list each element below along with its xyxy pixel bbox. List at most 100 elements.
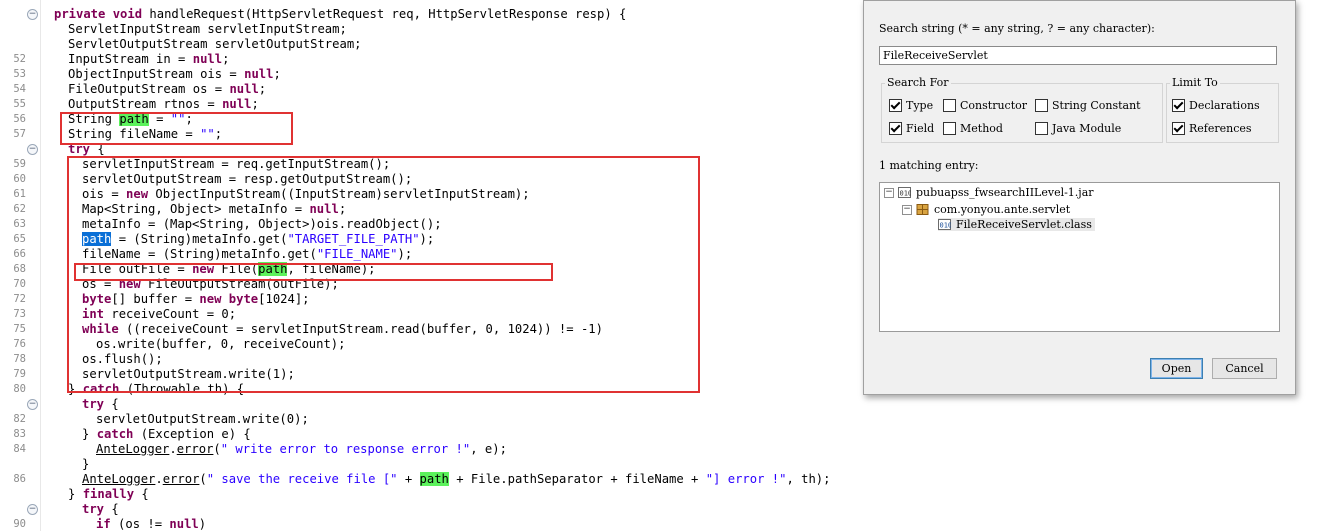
checkbox-label: Declarations (1189, 99, 1260, 112)
open-button[interactable]: Open (1150, 358, 1203, 379)
checkbox-label: Type (906, 99, 934, 112)
code-line: ServletOutputStream servletOutputStream; (68, 37, 362, 51)
checkbox-constructor[interactable]: Constructor (943, 99, 1027, 112)
line-number (0, 37, 26, 52)
fold-toggle-icon[interactable]: − (27, 504, 38, 515)
tree-item-jar[interactable]: − 010 pubuapss_fwsearchIILevel-1.jar (884, 186, 1094, 199)
line-number-gutter: −52 53 54 55 56 57−59 60 61 62 63 65 66 68 70 72 73 75 76… (0, 0, 41, 531)
checkbox-box (1172, 99, 1185, 112)
package-icon (916, 204, 929, 215)
checkbox-declarations[interactable]: Declarations (1172, 99, 1260, 112)
code-line: AnteLogger.error(" write error to respon… (96, 442, 507, 456)
line-number: 72 (13, 293, 26, 305)
search-string-label: Search string (* = any string, ? = any c… (879, 22, 1155, 35)
checkbox-label: Field (906, 122, 935, 135)
search-for-title: Search For (885, 76, 951, 89)
checkbox-string-constant[interactable]: String Constant (1035, 99, 1141, 112)
line-number: 56 (13, 113, 26, 125)
code-line: if (os != null) (96, 517, 207, 531)
line-number: 66 (13, 248, 26, 260)
svg-text:010: 010 (940, 222, 952, 230)
collapse-icon[interactable]: − (902, 204, 912, 215)
checkbox-box (1172, 122, 1185, 135)
checkbox-java-module[interactable]: Java Module (1035, 122, 1121, 135)
code-line: OutputStream rtnos = null; (68, 97, 259, 111)
fold-toggle-icon[interactable]: − (27, 144, 38, 155)
fold-toggle-icon[interactable]: − (27, 399, 38, 410)
line-number (0, 457, 26, 472)
highlight-box-file-creation (74, 263, 553, 281)
code-line: } catch (Exception e) { (82, 427, 251, 441)
checkbox-label: Method (960, 122, 1003, 135)
line-number: 60 (13, 173, 26, 185)
line-number: 52 (13, 53, 26, 65)
line-number: 54 (13, 83, 26, 95)
class-file-icon: 010 (938, 219, 951, 230)
line-number (0, 502, 26, 517)
line-number: 70 (13, 278, 26, 290)
line-number (0, 487, 26, 502)
line-number: 75 (13, 323, 26, 335)
fold-toggle-icon[interactable]: − (27, 9, 38, 20)
line-number: 73 (13, 308, 26, 320)
line-number: 82 (13, 413, 26, 425)
jar-file-icon: 010 (898, 187, 911, 198)
highlight-box-declarations (60, 112, 293, 145)
code-editor[interactable]: −52 53 54 55 56 57−59 60 61 62 63 65 66 68 70 72 73 75 76… (0, 0, 860, 531)
code-line: try { (82, 397, 119, 411)
collapse-icon[interactable]: − (884, 187, 894, 198)
checkbox-method[interactable]: Method (943, 122, 1003, 135)
line-number: 76 (13, 338, 26, 350)
checkbox-label: Constructor (960, 99, 1027, 112)
line-number (0, 7, 26, 22)
code-line: } (82, 457, 90, 471)
line-number: 83 (13, 428, 26, 440)
line-number: 68 (13, 263, 26, 275)
checkbox-box (943, 99, 956, 112)
line-number: 62 (13, 203, 26, 215)
checkbox-references[interactable]: References (1172, 122, 1252, 135)
line-number: 53 (13, 68, 26, 80)
checkbox-box (889, 99, 902, 112)
code-line: private void handleRequest(HttpServletRe… (54, 7, 627, 21)
checkbox-box (1035, 122, 1048, 135)
code-line: ObjectInputStream ois = null; (68, 67, 281, 81)
checkbox-label: Java Module (1052, 122, 1122, 135)
code-line: servletOutputStream.write(0); (96, 412, 309, 426)
cancel-button[interactable]: Cancel (1212, 358, 1277, 379)
search-input[interactable]: FileReceiveServlet (879, 46, 1277, 65)
line-number: 90 (13, 518, 26, 530)
checkbox-field[interactable]: Field (889, 122, 934, 135)
checkbox-box (889, 122, 902, 135)
tree-item-package[interactable]: − com.yonyou.ante.servlet (902, 203, 1070, 216)
code-line: InputStream in = null; (68, 52, 230, 66)
checkbox-box (1035, 99, 1048, 112)
line-number: 59 (13, 158, 26, 170)
checkbox-type[interactable]: Type (889, 99, 933, 112)
code-line: AnteLogger.error(" save the receive file… (82, 472, 831, 486)
tree-label-class: FileReceiveServlet.class (956, 218, 1092, 231)
code-line: try { (82, 502, 119, 516)
tree-item-class[interactable]: 010 FileReceiveServlet.class (938, 218, 1095, 231)
code-line: FileOutputStream os = null; (68, 82, 267, 96)
line-number: 57 (13, 128, 26, 140)
line-number: 84 (13, 443, 26, 455)
checkbox-box (943, 122, 956, 135)
line-number: 65 (13, 233, 26, 245)
limit-to-title: Limit To (1170, 76, 1220, 89)
line-number: 79 (13, 368, 26, 380)
line-number: 63 (13, 218, 26, 230)
results-tree[interactable]: − 010 pubuapss_fwsearchIILevel-1.jar − c… (879, 182, 1280, 332)
tree-label-jar: pubuapss_fwsearchIILevel-1.jar (916, 186, 1094, 199)
search-dialog: Search string (* = any string, ? = any c… (863, 0, 1296, 395)
line-number: 86 (13, 473, 26, 485)
checkbox-label: References (1189, 122, 1252, 135)
line-number (0, 397, 26, 412)
line-number: 55 (13, 98, 26, 110)
tree-label-package: com.yonyou.ante.servlet (934, 203, 1071, 216)
code-line: } finally { (68, 487, 149, 501)
match-count-label: 1 matching entry: (879, 159, 979, 172)
line-number: 78 (13, 353, 26, 365)
line-number: 61 (13, 188, 26, 200)
checkbox-label: String Constant (1052, 99, 1141, 112)
